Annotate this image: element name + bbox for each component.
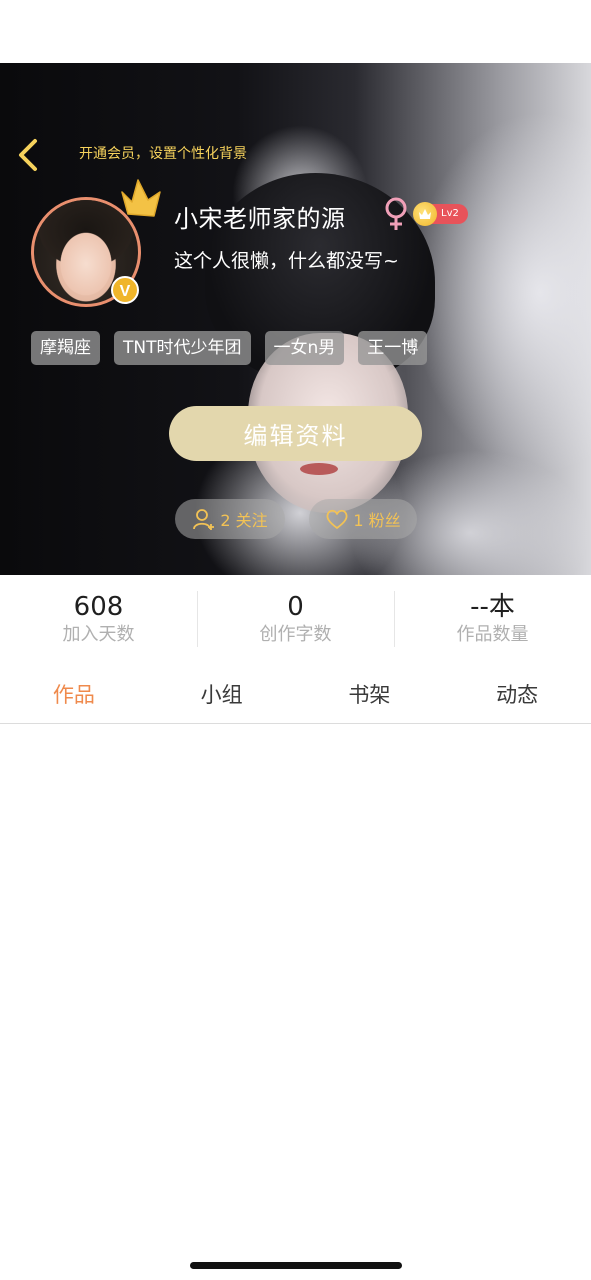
- avatar[interactable]: V: [31, 197, 143, 309]
- fans-count: 1 粉丝: [353, 511, 401, 530]
- stat-label: 作品数量: [456, 624, 529, 645]
- tab-bookshelf[interactable]: 书架: [296, 665, 444, 723]
- username: 小宋老师家的源: [174, 205, 346, 233]
- tab-groups[interactable]: 小组: [148, 665, 296, 723]
- following-count: 2 关注: [220, 511, 268, 530]
- stat-value: --本: [470, 592, 515, 622]
- tab-works[interactable]: 作品: [0, 665, 148, 723]
- fans-button[interactable]: 1 粉丝: [309, 499, 417, 539]
- heart-icon: [326, 509, 348, 529]
- stat-word-count: 0 创作字数: [197, 575, 394, 655]
- chevron-left-icon: [19, 139, 37, 171]
- profile-stats: 608 加入天数 0 创作字数 --本 作品数量: [0, 575, 591, 655]
- vip-background-hint[interactable]: 开通会员，设置个性化背景: [79, 143, 247, 163]
- female-icon: [385, 197, 407, 230]
- tag-item[interactable]: 一女n男: [264, 331, 345, 365]
- stat-joined-days: 608 加入天数: [0, 575, 197, 655]
- stat-value: 608: [73, 592, 124, 622]
- tag-list: 摩羯座 TNT时代少年团 一女n男 王一博: [31, 331, 428, 365]
- stat-works-count: --本 作品数量: [394, 575, 591, 655]
- stat-label: 创作字数: [259, 624, 332, 645]
- svg-text:V: V: [120, 283, 131, 300]
- tag-item[interactable]: 摩羯座: [31, 331, 100, 365]
- home-indicator[interactable]: [190, 1262, 402, 1269]
- header-background-lips: [300, 463, 338, 475]
- tab-activity[interactable]: 动态: [443, 665, 591, 723]
- level-badge: Lv2: [413, 202, 468, 226]
- profile-bio: 这个人很懒，什么都没写~: [174, 250, 399, 272]
- stat-label: 加入天数: [62, 624, 135, 645]
- profile-header: 开通会员，设置个性化背景 V 小宋老师家的源 Lv2 这个人很懒，什么都没写~ …: [0, 63, 591, 575]
- tag-item[interactable]: TNT时代少年团: [114, 331, 251, 365]
- following-button[interactable]: 2 关注: [175, 499, 285, 539]
- back-button[interactable]: [10, 136, 46, 174]
- tag-item[interactable]: 王一博: [358, 331, 428, 365]
- v-badge-icon: V: [111, 276, 139, 304]
- profile-tabs: 作品 小组 书架 动态: [0, 665, 591, 724]
- edit-profile-button[interactable]: 编辑资料: [169, 406, 422, 461]
- level-crown-icon: [413, 202, 437, 226]
- stat-value: 0: [287, 592, 304, 622]
- person-add-icon: [193, 509, 215, 530]
